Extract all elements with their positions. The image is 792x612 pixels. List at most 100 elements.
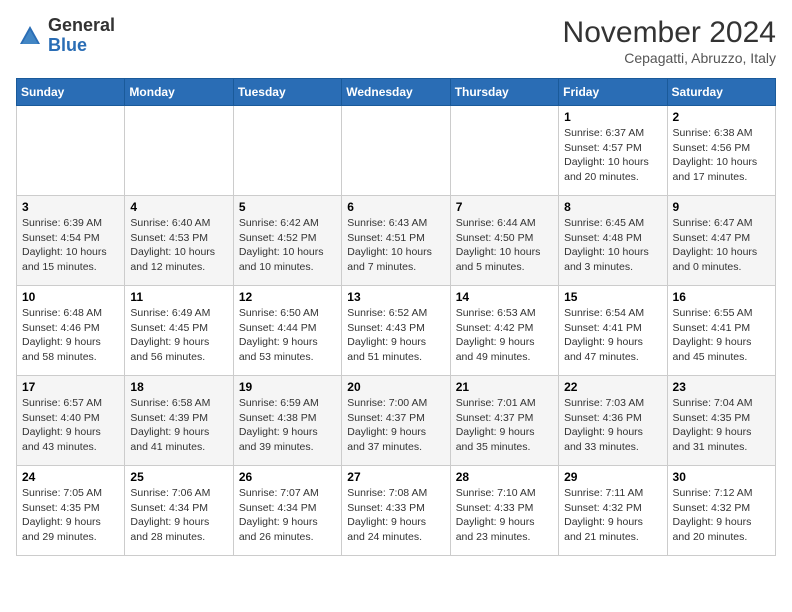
calendar-cell: 29 Sunrise: 7:11 AM Sunset: 4:32 PM Dayli… — [559, 466, 667, 556]
calendar-cell: 1Sunrise: 6:37 AM Sunset: 4:57 PM Daylig… — [559, 106, 667, 196]
calendar-cell — [450, 106, 558, 196]
calendar-cell: 6Sunrise: 6:43 AM Sunset: 4:51 PM Daylig… — [342, 196, 450, 286]
calendar-cell — [342, 106, 450, 196]
day-info: Sunrise: 6:59 AM Sunset: 4:38 PM Dayligh… — [239, 396, 336, 455]
logo-text: General Blue — [48, 16, 115, 56]
calendar-cell: 8 Sunrise: 6:45 AM Sunset: 4:48 PM Daylig… — [559, 196, 667, 286]
calendar-cell: 17 Sunrise: 6:57 AM Sunset: 4:40 PM Dayli… — [17, 376, 125, 466]
day-header: Tuesday — [233, 79, 341, 106]
day-info: Sunrise: 7:04 AM Sunset: 4:35 PM Dayligh… — [673, 396, 770, 455]
day-info: Sunrise: 6:40 AM Sunset: 4:53 PM Dayligh… — [130, 216, 227, 275]
calendar-table: SundayMondayTuesdayWednesdayThursdayFrid… — [16, 78, 776, 556]
day-number: 9 — [673, 200, 770, 214]
day-info: Sunrise: 6:43 AM Sunset: 4:51 PM Dayligh… — [347, 216, 444, 275]
calendar-cell: 2 Sunrise: 6:38 AM Sunset: 4:56 PM Daylig… — [667, 106, 775, 196]
day-number: 7 — [456, 200, 553, 214]
day-info: Sunrise: 7:10 AM Sunset: 4:33 PM Dayligh… — [456, 486, 553, 545]
day-number: 10 — [22, 290, 119, 304]
day-number: 1 — [564, 110, 661, 124]
calendar-cell: 14Sunrise: 6:53 AM Sunset: 4:42 PM Dayli… — [450, 286, 558, 376]
calendar-week-row: 10 Sunrise: 6:48 AM Sunset: 4:46 PM Dayli… — [17, 286, 776, 376]
day-number: 26 — [239, 470, 336, 484]
calendar-cell: 9 Sunrise: 6:47 AM Sunset: 4:47 PM Daylig… — [667, 196, 775, 286]
day-info: Sunrise: 6:50 AM Sunset: 4:44 PM Dayligh… — [239, 306, 336, 365]
calendar-cell: 5Sunrise: 6:42 AM Sunset: 4:52 PM Daylig… — [233, 196, 341, 286]
day-info: Sunrise: 6:47 AM Sunset: 4:47 PM Dayligh… — [673, 216, 770, 275]
day-info: Sunrise: 7:12 AM Sunset: 4:32 PM Dayligh… — [673, 486, 770, 545]
logo-icon — [16, 22, 44, 50]
day-number: 30 — [673, 470, 770, 484]
day-number: 12 — [239, 290, 336, 304]
day-info: Sunrise: 6:39 AM Sunset: 4:54 PM Dayligh… — [22, 216, 119, 275]
calendar-cell: 22Sunrise: 7:03 AM Sunset: 4:36 PM Dayli… — [559, 376, 667, 466]
day-header: Saturday — [667, 79, 775, 106]
day-number: 24 — [22, 470, 119, 484]
day-number: 18 — [130, 380, 227, 394]
calendar-cell — [125, 106, 233, 196]
calendar-cell: 27 Sunrise: 7:08 AM Sunset: 4:33 PM Dayli… — [342, 466, 450, 556]
title-block: November 2024 Cepagatti, Abruzzo, Italy — [563, 16, 776, 66]
day-info: Sunrise: 7:05 AM Sunset: 4:35 PM Dayligh… — [22, 486, 119, 545]
day-header: Sunday — [17, 79, 125, 106]
day-info: Sunrise: 6:38 AM Sunset: 4:56 PM Dayligh… — [673, 126, 770, 185]
day-info: Sunrise: 7:06 AM Sunset: 4:34 PM Dayligh… — [130, 486, 227, 545]
day-number: 17 — [22, 380, 119, 394]
page-header: General Blue November 2024 Cepagatti, Ab… — [16, 16, 776, 66]
day-info: Sunrise: 6:55 AM Sunset: 4:41 PM Dayligh… — [673, 306, 770, 365]
day-info: Sunrise: 6:48 AM Sunset: 4:46 PM Dayligh… — [22, 306, 119, 365]
calendar-cell: 30 Sunrise: 7:12 AM Sunset: 4:32 PM Dayli… — [667, 466, 775, 556]
day-info: Sunrise: 6:58 AM Sunset: 4:39 PM Dayligh… — [130, 396, 227, 455]
day-header: Wednesday — [342, 79, 450, 106]
day-header: Monday — [125, 79, 233, 106]
calendar-week-row: 3Sunrise: 6:39 AM Sunset: 4:54 PM Daylig… — [17, 196, 776, 286]
day-number: 29 — [564, 470, 661, 484]
day-number: 19 — [239, 380, 336, 394]
day-info: Sunrise: 6:45 AM Sunset: 4:48 PM Dayligh… — [564, 216, 661, 275]
day-number: 21 — [456, 380, 553, 394]
calendar-cell: 7 Sunrise: 6:44 AM Sunset: 4:50 PM Daylig… — [450, 196, 558, 286]
calendar-cell: 20Sunrise: 7:00 AM Sunset: 4:37 PM Dayli… — [342, 376, 450, 466]
location: Cepagatti, Abruzzo, Italy — [563, 50, 776, 66]
day-number: 8 — [564, 200, 661, 214]
day-info: Sunrise: 6:57 AM Sunset: 4:40 PM Dayligh… — [22, 396, 119, 455]
calendar-cell: 25Sunrise: 7:06 AM Sunset: 4:34 PM Dayli… — [125, 466, 233, 556]
calendar-cell: 11Sunrise: 6:49 AM Sunset: 4:45 PM Dayli… — [125, 286, 233, 376]
day-info: Sunrise: 6:49 AM Sunset: 4:45 PM Dayligh… — [130, 306, 227, 365]
calendar-cell: 16 Sunrise: 6:55 AM Sunset: 4:41 PM Dayli… — [667, 286, 775, 376]
day-number: 28 — [456, 470, 553, 484]
day-number: 27 — [347, 470, 444, 484]
calendar-cell: 10 Sunrise: 6:48 AM Sunset: 4:46 PM Dayli… — [17, 286, 125, 376]
day-number: 14 — [456, 290, 553, 304]
day-number: 4 — [130, 200, 227, 214]
day-header: Thursday — [450, 79, 558, 106]
day-info: Sunrise: 7:01 AM Sunset: 4:37 PM Dayligh… — [456, 396, 553, 455]
calendar-cell — [17, 106, 125, 196]
logo: General Blue — [16, 16, 115, 56]
day-info: Sunrise: 7:11 AM Sunset: 4:32 PM Dayligh… — [564, 486, 661, 545]
day-number: 5 — [239, 200, 336, 214]
day-info: Sunrise: 7:08 AM Sunset: 4:33 PM Dayligh… — [347, 486, 444, 545]
calendar-header-row: SundayMondayTuesdayWednesdayThursdayFrid… — [17, 79, 776, 106]
month-title: November 2024 — [563, 16, 776, 50]
calendar-week-row: 1Sunrise: 6:37 AM Sunset: 4:57 PM Daylig… — [17, 106, 776, 196]
calendar-cell: 3Sunrise: 6:39 AM Sunset: 4:54 PM Daylig… — [17, 196, 125, 286]
calendar-week-row: 17 Sunrise: 6:57 AM Sunset: 4:40 PM Dayli… — [17, 376, 776, 466]
day-header: Friday — [559, 79, 667, 106]
day-number: 23 — [673, 380, 770, 394]
calendar-cell: 13Sunrise: 6:52 AM Sunset: 4:43 PM Dayli… — [342, 286, 450, 376]
day-number: 22 — [564, 380, 661, 394]
day-info: Sunrise: 7:07 AM Sunset: 4:34 PM Dayligh… — [239, 486, 336, 545]
calendar-cell — [233, 106, 341, 196]
day-number: 15 — [564, 290, 661, 304]
calendar-cell: 15Sunrise: 6:54 AM Sunset: 4:41 PM Dayli… — [559, 286, 667, 376]
day-number: 16 — [673, 290, 770, 304]
calendar-cell: 26 Sunrise: 7:07 AM Sunset: 4:34 PM Dayli… — [233, 466, 341, 556]
calendar-cell: 4 Sunrise: 6:40 AM Sunset: 4:53 PM Daylig… — [125, 196, 233, 286]
calendar-cell: 19 Sunrise: 6:59 AM Sunset: 4:38 PM Dayli… — [233, 376, 341, 466]
calendar-week-row: 24 Sunrise: 7:05 AM Sunset: 4:35 PM Dayli… — [17, 466, 776, 556]
day-info: Sunrise: 6:44 AM Sunset: 4:50 PM Dayligh… — [456, 216, 553, 275]
calendar-cell: 24 Sunrise: 7:05 AM Sunset: 4:35 PM Dayli… — [17, 466, 125, 556]
calendar-cell: 12 Sunrise: 6:50 AM Sunset: 4:44 PM Dayli… — [233, 286, 341, 376]
day-number: 20 — [347, 380, 444, 394]
day-number: 2 — [673, 110, 770, 124]
